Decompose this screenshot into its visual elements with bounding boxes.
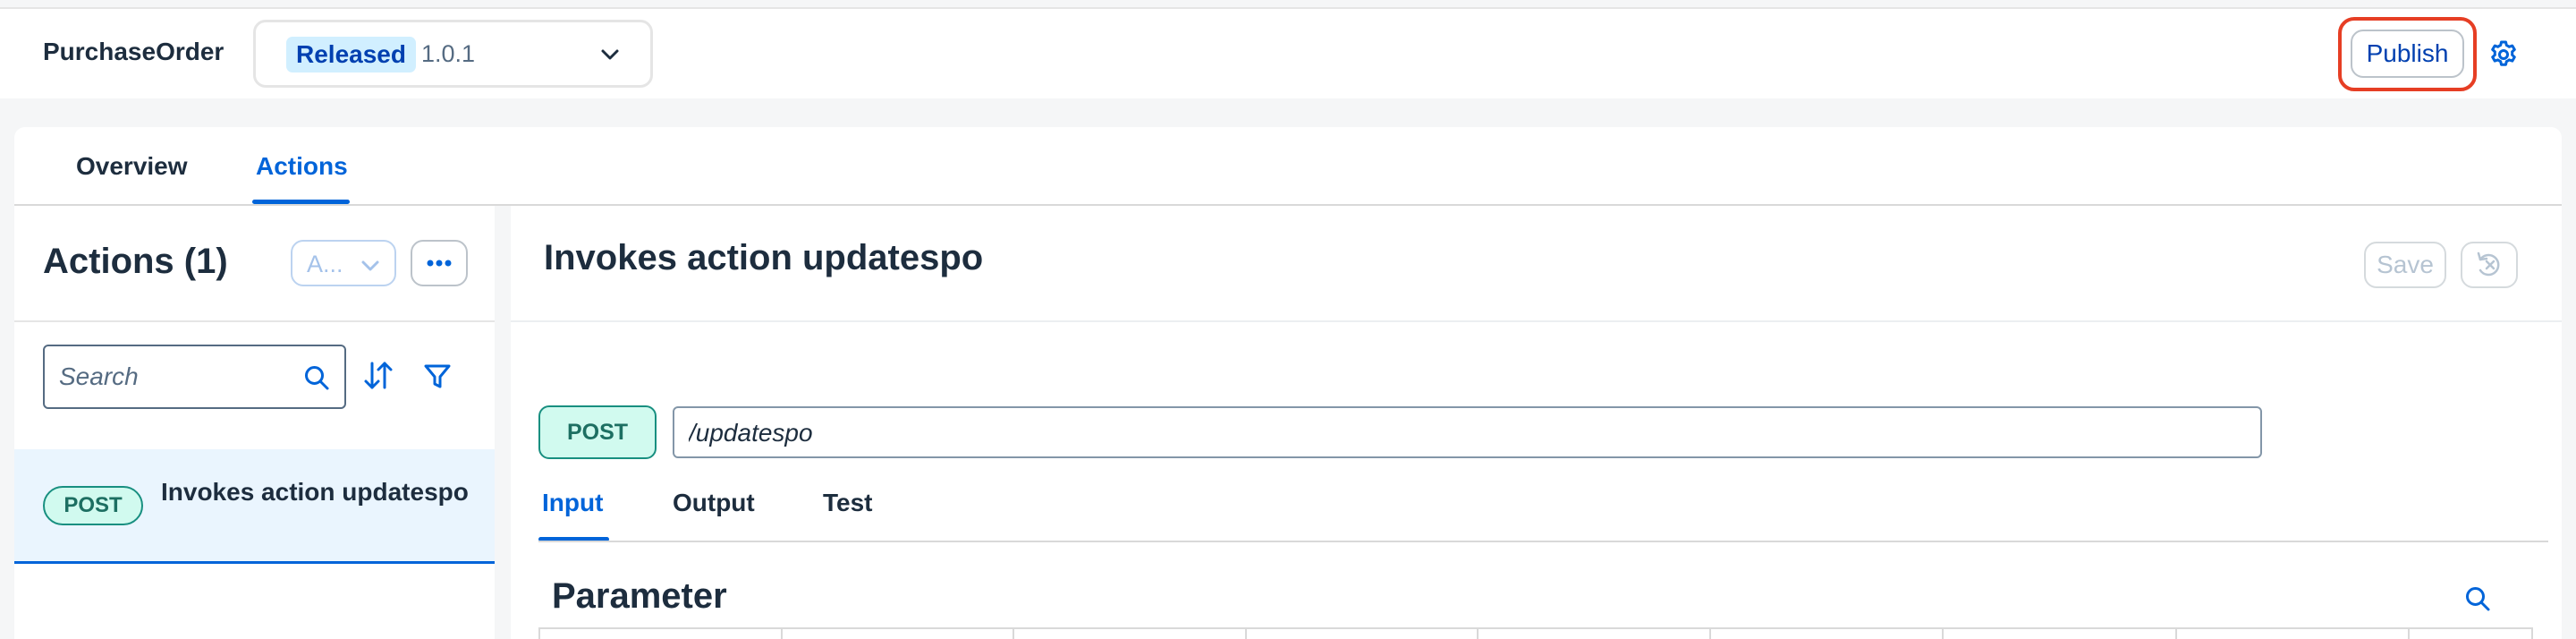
search-icon[interactable]	[303, 364, 330, 391]
save-button[interactable]: Save	[2364, 242, 2446, 288]
section-title: Parameter	[552, 576, 727, 616]
table-column-divider	[538, 629, 540, 639]
tab-input[interactable]: Input	[542, 489, 603, 517]
revert-button[interactable]	[2461, 242, 2518, 288]
actions-list-pane: Actions (1) A... POST Invokes	[14, 206, 495, 639]
publish-button[interactable]: Publish	[2351, 30, 2464, 78]
list-header-divider	[14, 320, 495, 322]
table-column-divider	[1013, 629, 1014, 639]
path-field[interactable]	[673, 406, 2262, 458]
parameter-table-header	[538, 627, 2533, 639]
list-item[interactable]: POST Invokes action updatespo	[14, 449, 495, 564]
filter-icon[interactable]	[423, 363, 452, 390]
action-detail-pane: Invokes action updatespo Save POST Input…	[511, 206, 2562, 639]
table-column-divider	[2531, 629, 2533, 639]
sub-tabs-divider	[538, 541, 2548, 542]
path-input[interactable]	[689, 417, 2209, 449]
table-column-divider	[1477, 629, 1479, 639]
table-column-divider	[781, 629, 783, 639]
list-title: Actions (1)	[43, 242, 228, 281]
pane-separator[interactable]	[495, 206, 511, 639]
detail-title: Invokes action updatespo	[544, 238, 984, 277]
list-item-label: Invokes action updatespo	[161, 478, 469, 506]
revert-icon	[2477, 251, 2500, 277]
more-button[interactable]	[411, 240, 468, 286]
version-text: 1.0.1	[421, 40, 476, 67]
detail-header-divider	[511, 320, 2562, 322]
app-title: PurchaseOrder	[43, 38, 225, 65]
table-column-divider	[1942, 629, 1944, 639]
filter-select-value: A...	[307, 251, 343, 277]
chevron-down-icon	[601, 49, 619, 60]
tab-test[interactable]: Test	[823, 489, 873, 517]
search-icon[interactable]	[2464, 585, 2491, 612]
gear-icon[interactable]	[2488, 39, 2519, 70]
table-column-divider	[1709, 629, 1711, 639]
table-column-divider	[2175, 629, 2177, 639]
filter-select[interactable]: A...	[291, 240, 396, 286]
tab-output[interactable]: Output	[673, 489, 755, 517]
method-badge: POST	[43, 486, 143, 525]
http-method-tag: POST	[538, 405, 657, 459]
search-field[interactable]	[43, 345, 346, 409]
sort-icon[interactable]	[362, 360, 394, 392]
tab-overview[interactable]: Overview	[76, 152, 188, 181]
status-badge: Released	[286, 37, 416, 72]
more-icon	[427, 260, 452, 267]
tab-actions[interactable]: Actions	[256, 152, 348, 181]
search-input[interactable]	[59, 359, 292, 395]
version-select[interactable]: Released 1.0.1	[253, 20, 653, 88]
chevron-down-icon	[361, 260, 379, 271]
table-column-divider	[2408, 629, 2410, 639]
app-header: PurchaseOrder Released 1.0.1 Publish	[0, 9, 2576, 98]
table-column-divider	[1245, 629, 1247, 639]
